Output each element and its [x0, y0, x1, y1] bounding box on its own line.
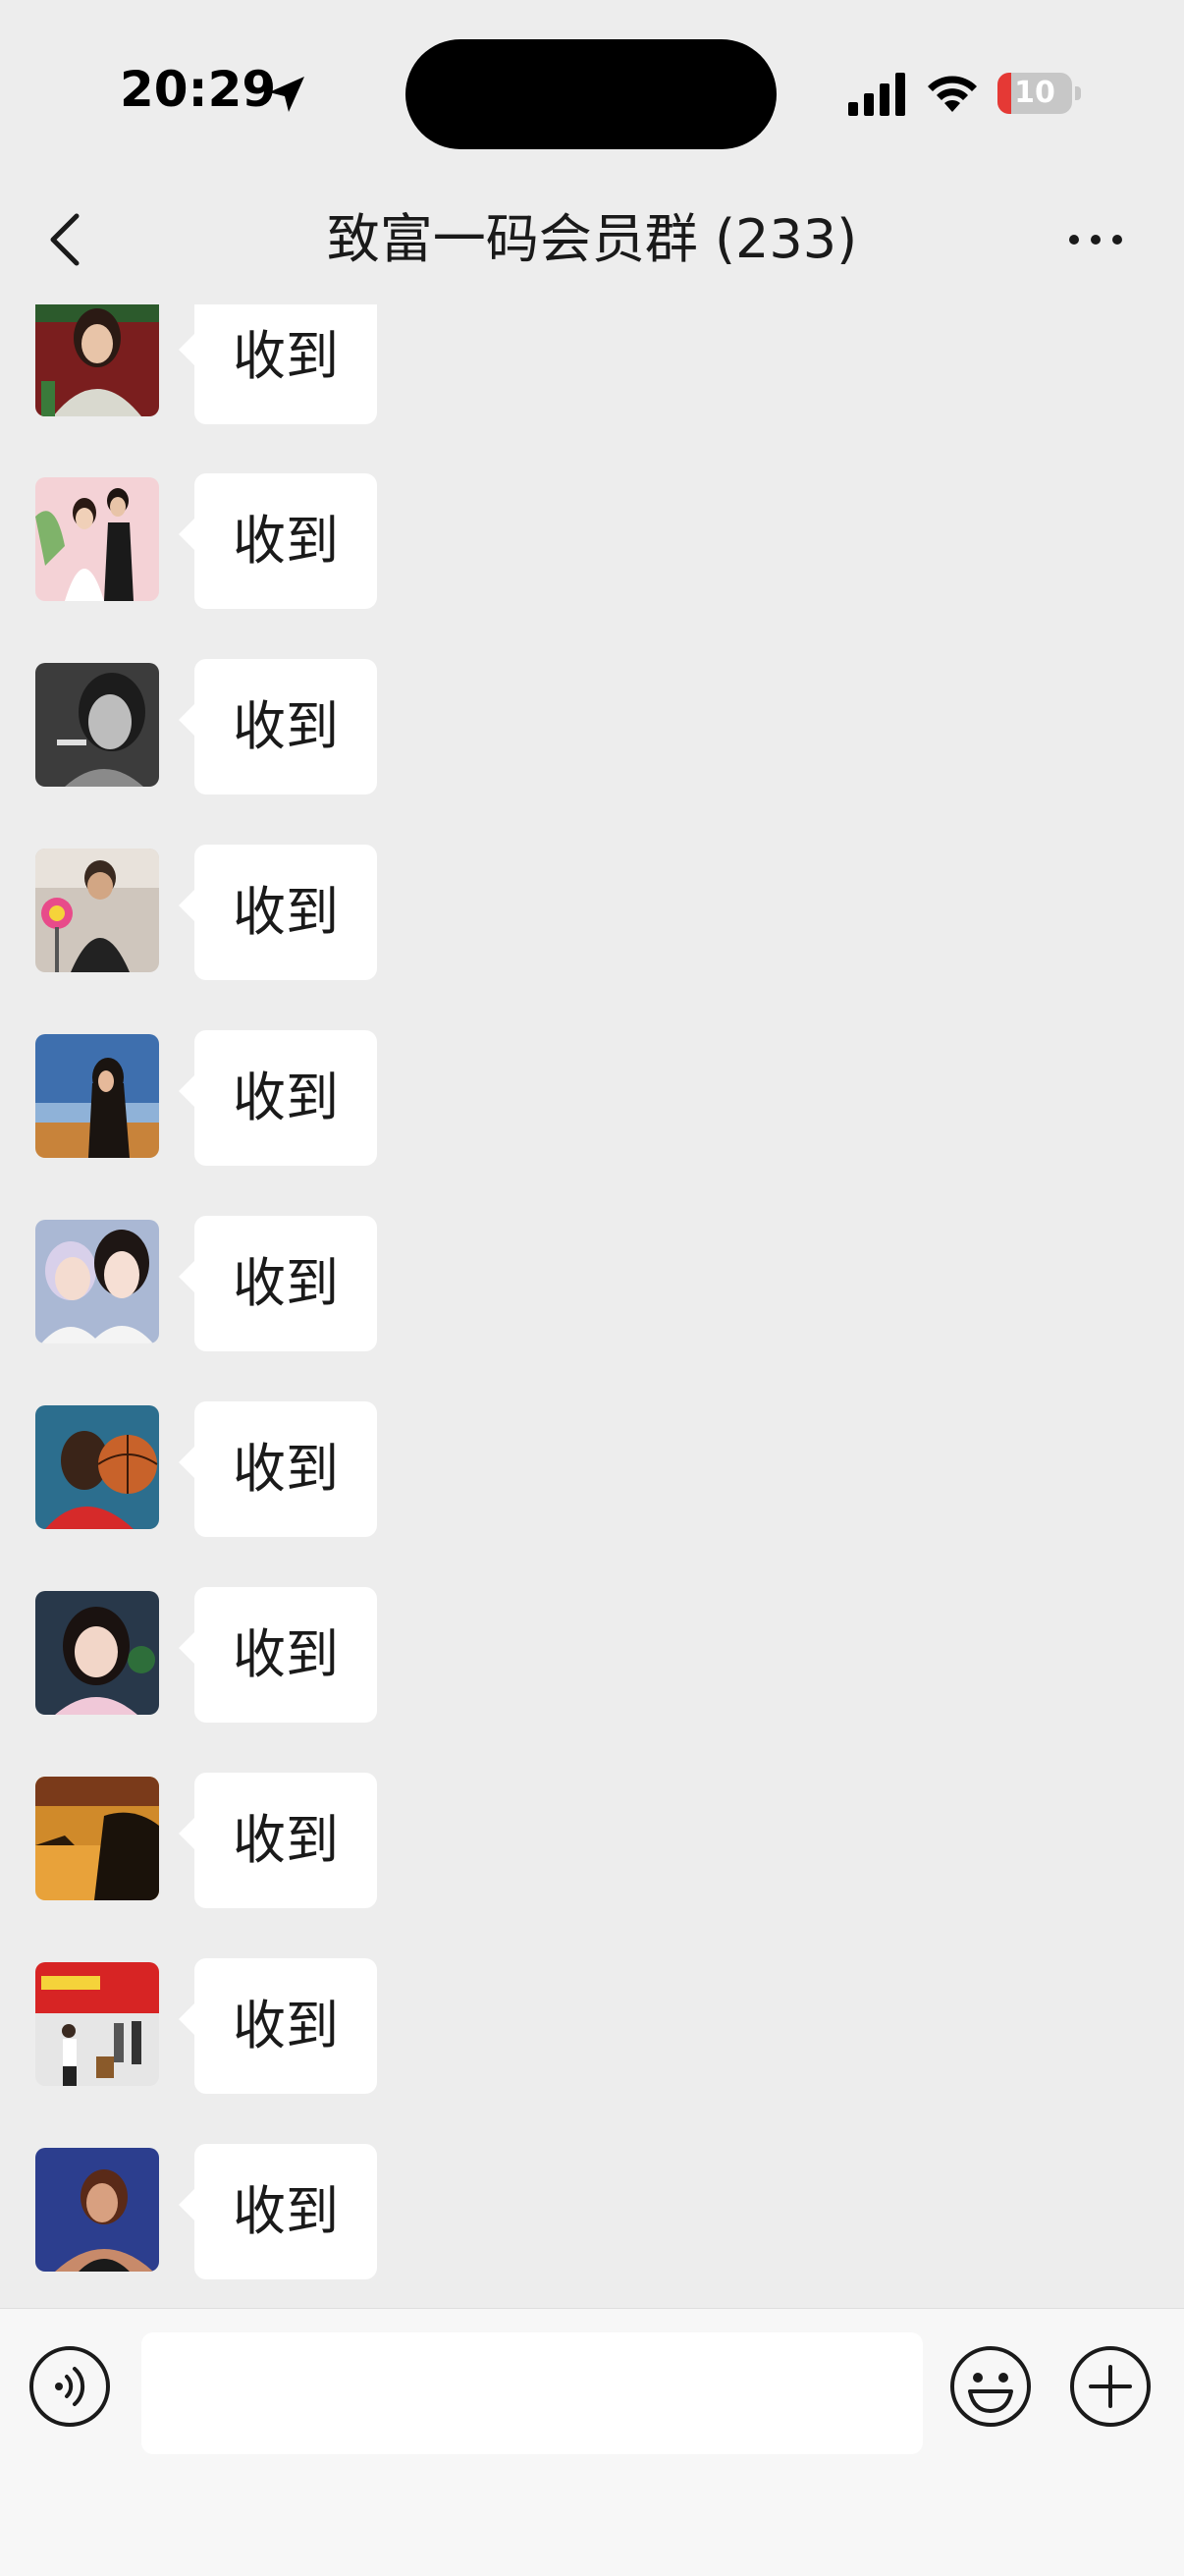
voice-input-icon[interactable] [27, 2344, 112, 2429]
avatar[interactable] [35, 1591, 159, 1715]
message-row: 收到 [0, 659, 1184, 800]
message-row: 收到 [0, 1401, 1184, 1543]
message-text: 收到 [233, 1995, 339, 2056]
message-row: 收到 [0, 1773, 1184, 1914]
message-text: 收到 [233, 510, 339, 572]
avatar[interactable] [35, 477, 159, 601]
dynamic-island [405, 39, 777, 149]
message-row: 收到 [0, 2144, 1184, 2285]
message-input[interactable] [141, 2332, 923, 2454]
message-row: 收到 [0, 473, 1184, 615]
message-text: 收到 [233, 1252, 339, 1314]
avatar[interactable] [35, 2148, 159, 2272]
message-bubble[interactable]: 收到 [179, 1216, 377, 1351]
nav-bar: 致富一码会员群 (233) [0, 177, 1184, 304]
message-text: 收到 [233, 2180, 339, 2242]
battery-tip [1075, 86, 1081, 100]
message-bubble[interactable]: 收到 [179, 845, 377, 980]
message-text: 收到 [233, 1809, 339, 1871]
cellular-signal-icon [848, 73, 905, 116]
message-bubble[interactable]: 收到 [179, 304, 377, 424]
back-chevron-icon[interactable] [41, 208, 90, 271]
battery-level-label: 10 [1014, 76, 1055, 110]
message-bubble[interactable]: 收到 [179, 659, 377, 795]
message-list[interactable]: 收到 收到 收到 收到 收到 收到 收到 收到 收到 收到 收到 [0, 304, 1184, 2308]
add-more-icon[interactable] [1068, 2344, 1153, 2429]
message-row: 收到 [0, 1958, 1184, 2100]
avatar[interactable] [35, 849, 159, 972]
message-text: 收到 [233, 695, 339, 757]
message-row: 收到 [0, 1216, 1184, 1357]
battery-indicator: 10 [997, 73, 1072, 114]
chat-title: 致富一码会员群 (233) [326, 208, 858, 270]
message-row: 收到 [0, 1030, 1184, 1172]
message-bubble[interactable]: 收到 [179, 2144, 377, 2279]
avatar[interactable] [35, 1034, 159, 1158]
more-options-icon[interactable] [1066, 226, 1125, 253]
message-text: 收到 [233, 325, 339, 387]
message-bubble[interactable]: 收到 [179, 1958, 377, 2094]
message-row: 收到 [0, 304, 1184, 430]
status-bar: 20:29 10 [0, 0, 1184, 177]
status-time: 20:29 [120, 61, 277, 118]
message-bubble[interactable]: 收到 [179, 1030, 377, 1166]
avatar[interactable] [35, 1405, 159, 1529]
avatar[interactable] [35, 1777, 159, 1900]
message-text: 收到 [233, 881, 339, 943]
message-row: 收到 [0, 845, 1184, 986]
emoji-icon[interactable] [948, 2344, 1033, 2429]
avatar[interactable] [35, 304, 159, 416]
message-text: 收到 [233, 1623, 339, 1685]
avatar[interactable] [35, 663, 159, 787]
wifi-icon [928, 76, 977, 112]
location-arrow-icon [269, 77, 304, 112]
message-text: 收到 [233, 1438, 339, 1500]
message-bubble[interactable]: 收到 [179, 1401, 377, 1537]
message-bubble[interactable]: 收到 [179, 473, 377, 609]
avatar[interactable] [35, 1962, 159, 2086]
message-bubble[interactable]: 收到 [179, 1773, 377, 1908]
avatar[interactable] [35, 1220, 159, 1343]
message-row: 收到 [0, 1587, 1184, 1728]
message-bubble[interactable]: 收到 [179, 1587, 377, 1723]
message-text: 收到 [233, 1067, 339, 1128]
input-bar [0, 2308, 1184, 2576]
